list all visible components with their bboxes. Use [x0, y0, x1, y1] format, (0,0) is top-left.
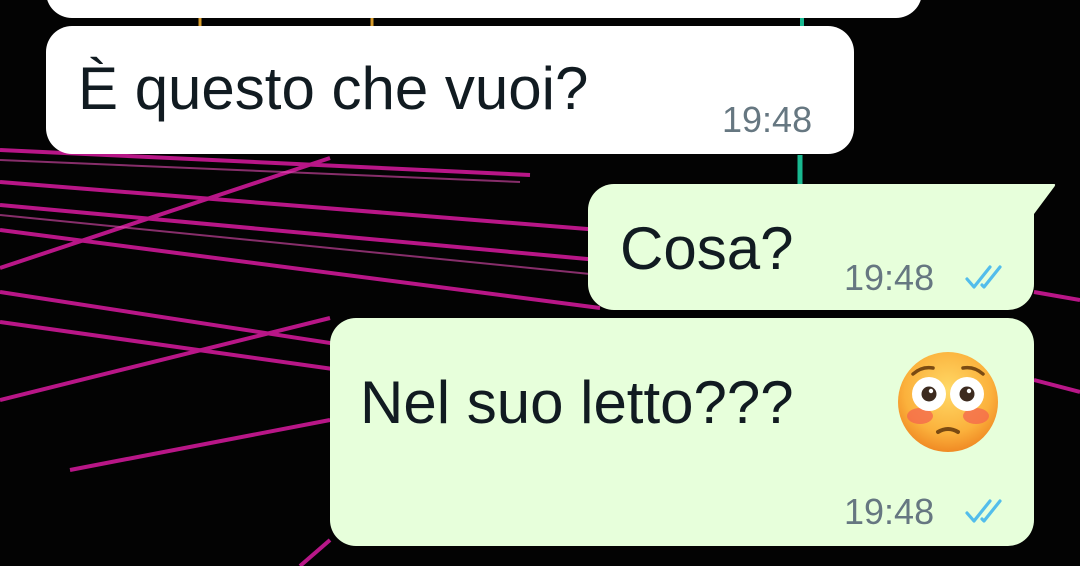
message-timestamp: 19:48 [844, 257, 935, 298]
outgoing-message-bubble[interactable]: Nel suo letto??? 19:48 [330, 318, 1034, 546]
double-check-read-icon [965, 499, 1002, 523]
message-text: Nel suo letto??? [360, 369, 794, 436]
chat-conversation: È questo che vuoi? 19:48 Cosa? 19:48 Nel… [0, 0, 1080, 566]
message-timestamp: 19:48 [844, 491, 935, 532]
double-check-read-icon [965, 265, 1002, 289]
previous-message-bubble[interactable] [46, 0, 922, 18]
message-text: Cosa? [620, 215, 794, 282]
incoming-message-bubble[interactable]: È questo che vuoi? 19:48 [46, 26, 854, 154]
message-text: È questo che vuoi? [78, 55, 589, 122]
outgoing-message-bubble[interactable]: Cosa? 19:48 [588, 184, 1034, 310]
message-timestamp: 19:48 [722, 99, 813, 140]
flushed-face-emoji [898, 352, 998, 452]
